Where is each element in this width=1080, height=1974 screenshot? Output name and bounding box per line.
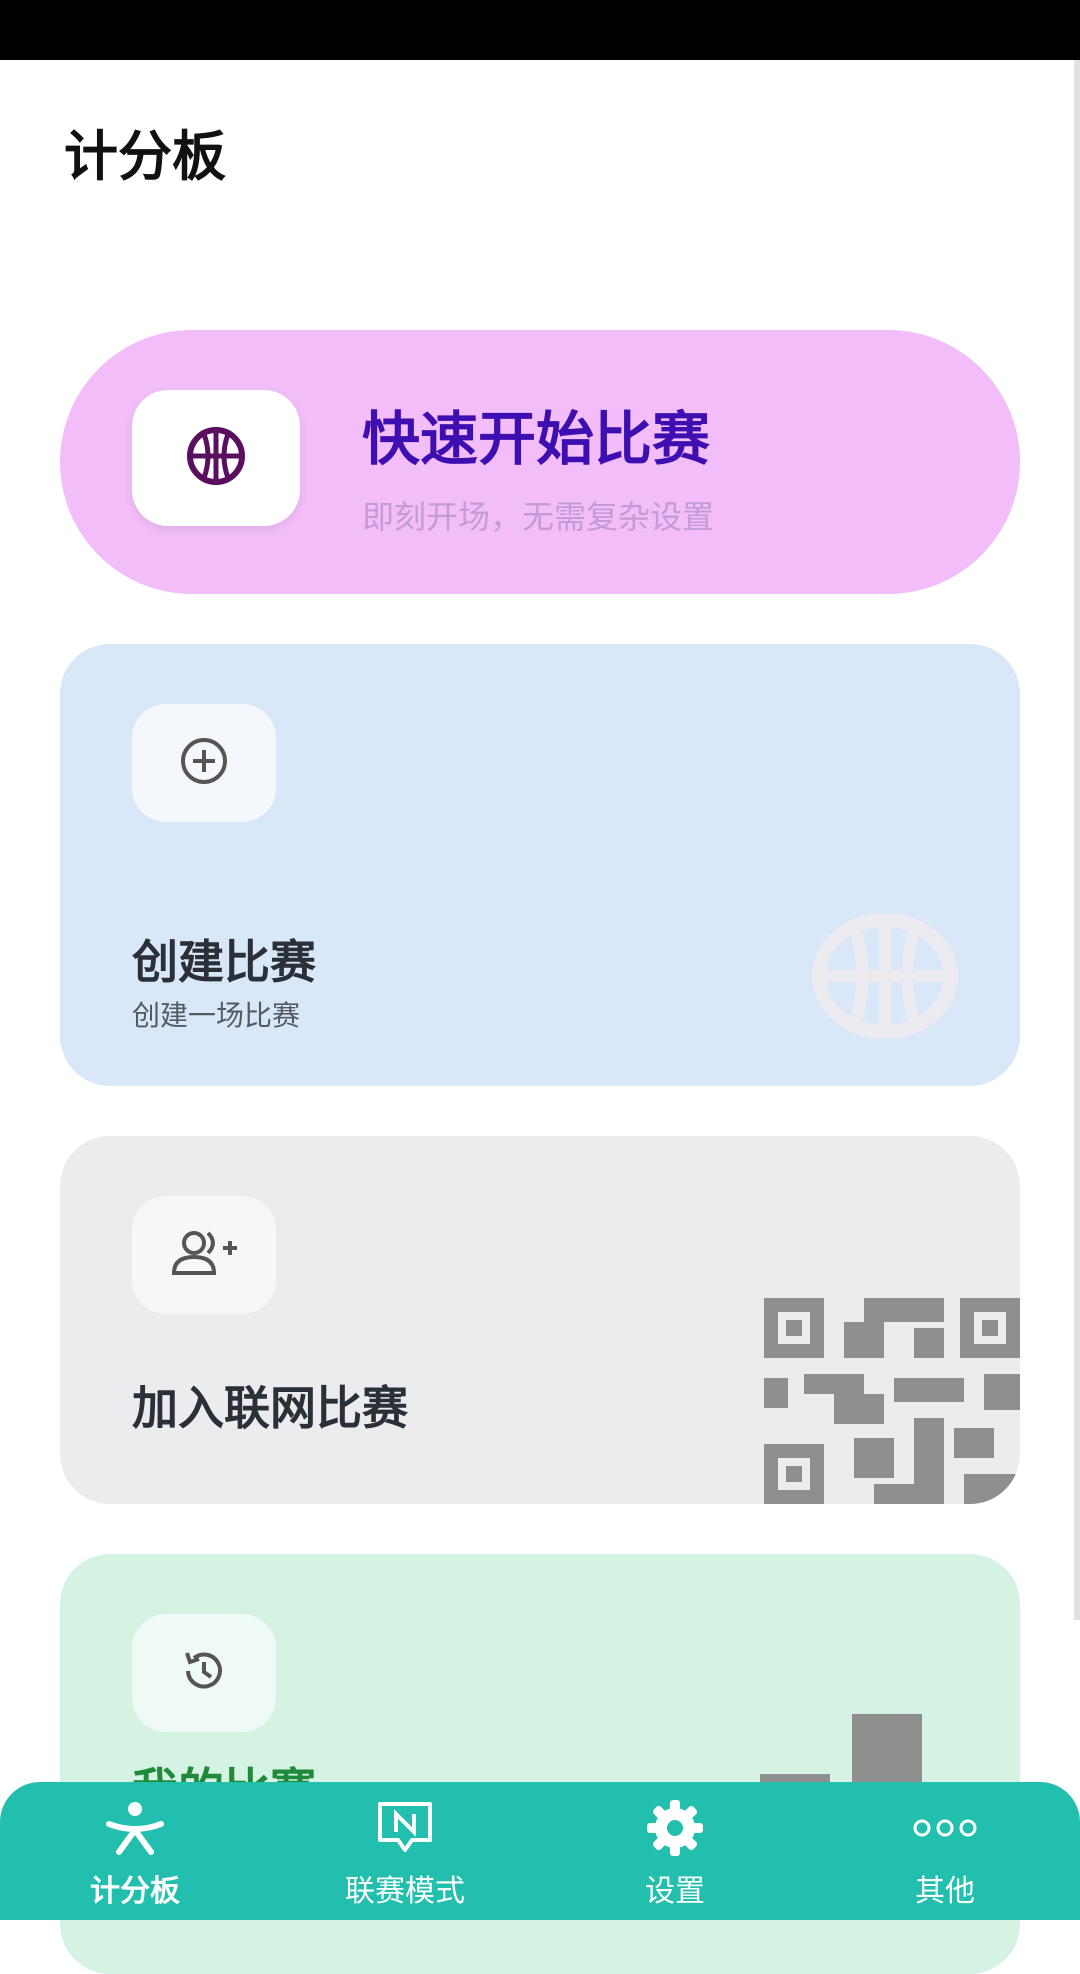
tab-other[interactable]: 其他: [810, 1782, 1080, 1920]
tab-league[interactable]: 联赛模式: [270, 1782, 540, 1920]
league-icon: [374, 1800, 436, 1860]
create-match-title: 创建比赛: [132, 935, 316, 989]
join-match-icon-box: [132, 1196, 276, 1314]
gear-icon: [645, 1798, 705, 1862]
quick-start-icon-box: [132, 390, 300, 526]
quick-start-card[interactable]: 快速开始比赛 即刻开场，无需复杂设置: [60, 330, 1020, 594]
person-add-icon: [168, 1229, 240, 1281]
history-icon: [178, 1645, 230, 1701]
scoreboard-icon: [105, 1800, 165, 1860]
basketball-icon: [184, 424, 248, 492]
tab-label-other: 其他: [915, 1874, 975, 1909]
add-circle-icon: [178, 735, 230, 791]
tab-label-scoreboard: 计分板: [90, 1874, 180, 1909]
join-match-title: 加入联网比赛: [132, 1381, 408, 1435]
more-icon: [912, 1818, 978, 1842]
create-match-icon-box: [132, 704, 276, 822]
quick-start-subtitle: 即刻开场，无需复杂设置: [362, 498, 715, 536]
create-match-card[interactable]: 创建比赛 创建一场比赛: [60, 644, 1020, 1086]
status-bar: [0, 0, 1080, 60]
my-matches-icon-box: [132, 1614, 276, 1732]
qr-code-icon: [764, 1298, 1020, 1504]
scrollbar[interactable]: [1074, 60, 1080, 1620]
tab-scoreboard[interactable]: 计分板: [0, 1782, 270, 1920]
quick-start-title: 快速开始比赛: [362, 405, 711, 473]
tab-label-league: 联赛模式: [345, 1874, 465, 1909]
bottom-tab-bar: 计分板 联赛模式 设置 其他: [0, 1782, 1080, 1920]
join-network-match-card[interactable]: 加入联网比赛: [60, 1136, 1020, 1504]
create-match-subtitle: 创建一场比赛: [132, 999, 301, 1032]
tab-label-settings: 设置: [645, 1874, 705, 1909]
basketball-watermark-icon: [810, 913, 960, 1042]
page-title: 计分板: [64, 125, 226, 188]
tab-settings[interactable]: 设置: [540, 1782, 810, 1920]
